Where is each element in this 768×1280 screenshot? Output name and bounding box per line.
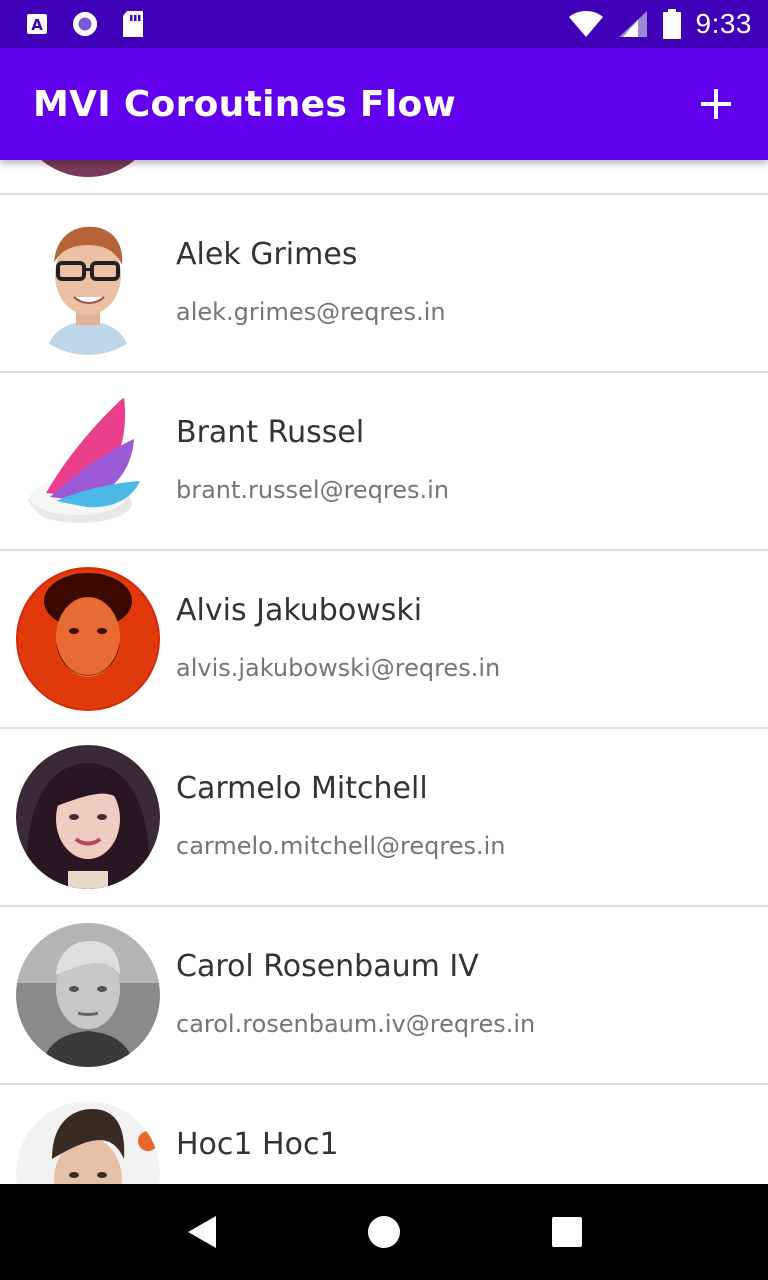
user-list-item[interactable]: Hoc1 Hoc1 xyxy=(0,1085,768,1184)
recents-button[interactable] xyxy=(537,1202,597,1262)
home-icon xyxy=(367,1216,400,1248)
user-list-item[interactable]: Alvis Jakubowski alvis.jakubowski@reqres… xyxy=(0,551,768,729)
battery-icon xyxy=(662,9,682,39)
back-button[interactable] xyxy=(171,1202,231,1262)
status-bar: A 9:33 xyxy=(0,0,768,48)
app-title: MVI Coroutines Flow xyxy=(33,83,457,125)
recents-icon xyxy=(551,1217,582,1247)
user-name: Brant Russel xyxy=(176,415,365,450)
avatar xyxy=(16,1101,160,1184)
sd-card-icon xyxy=(120,11,146,37)
status-left-icons: A xyxy=(24,11,146,37)
user-email: alek.grimes@reqres.in xyxy=(176,298,446,326)
user-email: alvis.jakubowski@reqres.in xyxy=(176,654,501,682)
user-list[interactable]: Alek Grimes alek.grimes@reqres.in Brant … xyxy=(0,160,768,1184)
user-texts: Carol Rosenbaum IV carol.rosenbaum.iv@re… xyxy=(176,947,535,1039)
user-texts: Brant Russel brant.russel@reqres.in xyxy=(176,413,449,505)
user-list-item[interactable]: Carol Rosenbaum IV carol.rosenbaum.iv@re… xyxy=(0,907,768,1085)
home-button[interactable] xyxy=(354,1202,414,1262)
user-texts: Hoc1 Hoc1 xyxy=(176,1125,339,1184)
back-icon xyxy=(188,1216,217,1248)
user-email: carmelo.mitchell@reqres.in xyxy=(176,832,506,860)
avatar xyxy=(16,389,160,533)
user-list-item[interactable] xyxy=(0,160,768,195)
user-texts: Alek Grimes alek.grimes@reqres.in xyxy=(176,235,446,327)
add-user-button[interactable] xyxy=(694,82,738,126)
user-email: brant.russel@reqres.in xyxy=(176,476,450,504)
app-bar: MVI Coroutines Flow xyxy=(0,48,768,160)
user-name: Alvis Jakubowski xyxy=(176,593,423,628)
avatar xyxy=(16,567,160,711)
user-name: Alek Grimes xyxy=(176,237,358,272)
user-texts: Carmelo Mitchell carmelo.mitchell@reqres… xyxy=(176,769,505,861)
user-list-content: Alek Grimes alek.grimes@reqres.in Brant … xyxy=(0,160,768,1184)
add-icon xyxy=(701,89,731,119)
status-right-icons: 9:33 xyxy=(568,8,753,40)
user-list-item[interactable]: Alek Grimes alek.grimes@reqres.in xyxy=(0,195,768,373)
user-name: Carol Rosenbaum IV xyxy=(176,949,479,984)
avatar xyxy=(16,923,160,1067)
text-a-icon: A xyxy=(24,11,50,37)
circle-dot-icon xyxy=(72,11,98,37)
user-name: Hoc1 Hoc1 xyxy=(176,1127,339,1162)
user-email: carol.rosenbaum.iv@reqres.in xyxy=(176,1010,536,1038)
avatar xyxy=(16,211,160,355)
navigation-bar xyxy=(0,1184,768,1280)
user-texts: Alvis Jakubowski alvis.jakubowski@reqres… xyxy=(176,591,500,683)
user-name: Carmelo Mitchell xyxy=(176,771,428,806)
wifi-icon xyxy=(568,11,604,37)
avatar xyxy=(16,745,160,889)
user-list-item[interactable]: Carmelo Mitchell carmelo.mitchell@reqres… xyxy=(0,729,768,907)
svg-text:A: A xyxy=(31,16,43,34)
cell-signal-icon xyxy=(618,11,648,37)
status-time: 9:33 xyxy=(695,8,752,39)
avatar xyxy=(16,160,160,177)
user-list-item[interactable]: Brant Russel brant.russel@reqres.in xyxy=(0,373,768,551)
